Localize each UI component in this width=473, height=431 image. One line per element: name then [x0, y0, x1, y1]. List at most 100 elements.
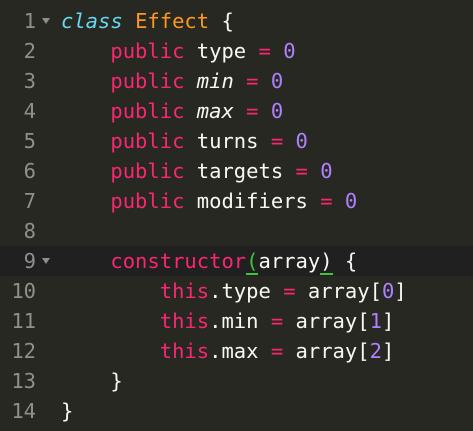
code-token: constructor — [110, 249, 247, 273]
code-token: } — [61, 399, 74, 423]
line-gutter: 2 — [0, 36, 56, 66]
code-token: = — [258, 39, 271, 63]
code-token: ( — [246, 249, 259, 275]
fold-arrow-icon[interactable] — [42, 258, 50, 264]
code-token: public — [110, 99, 185, 123]
code-line[interactable]: 14} — [0, 396, 473, 426]
line-code: public modifiers = 0 — [61, 186, 357, 216]
code-token: = — [295, 159, 308, 183]
line-number: 11 — [11, 309, 36, 333]
code-token: .type — [209, 279, 284, 303]
code-token: type — [184, 39, 259, 63]
code-line[interactable]: 4 public max = 0 — [0, 96, 473, 126]
line-number: 13 — [11, 369, 36, 393]
line-gutter: 11 — [0, 306, 56, 336]
code-line[interactable]: 13 } — [0, 366, 473, 396]
code-token: modifiers — [184, 189, 321, 213]
code-line[interactable]: 10 this.type = array[0] — [0, 276, 473, 306]
code-line[interactable]: 1 class Effect { — [0, 6, 473, 36]
line-gutter: 3 — [0, 66, 56, 96]
code-token: public — [110, 69, 185, 93]
code-token: = — [283, 279, 296, 303]
code-editor[interactable]: 1 class Effect {2 public type = 03 public… — [0, 0, 473, 431]
line-number: 1 — [23, 9, 36, 33]
line-code: public targets = 0 — [61, 156, 333, 186]
line-code: public turns = 0 — [61, 126, 308, 156]
code-token: array[ — [283, 339, 370, 363]
line-number: 3 — [23, 69, 36, 93]
code-line[interactable]: 3 public min = 0 — [0, 66, 473, 96]
code-token: array[ — [283, 309, 370, 333]
line-gutter: 6 — [0, 156, 56, 186]
code-token: = — [246, 69, 259, 93]
line-code: public max = 0 — [61, 96, 283, 126]
line-gutter: 13 — [0, 366, 56, 396]
line-gutter: 5 — [0, 126, 56, 156]
code-line[interactable]: 9 constructor(array) { — [0, 246, 473, 276]
code-token: public — [110, 159, 185, 183]
code-token: targets — [184, 159, 296, 183]
fold-arrow-icon[interactable] — [42, 18, 50, 24]
line-code: public type = 0 — [61, 36, 296, 66]
line-number: 10 — [11, 279, 36, 303]
line-gutter: 9 — [0, 246, 56, 276]
code-token: ) — [320, 249, 333, 275]
line-code: constructor(array) { — [61, 246, 357, 276]
line-number: 5 — [23, 129, 36, 153]
code-line[interactable]: 8 — [0, 216, 473, 246]
code-token: 0 — [320, 159, 333, 183]
line-code: public min = 0 — [61, 66, 283, 96]
code-token: this — [159, 279, 210, 303]
code-token: = — [246, 99, 259, 123]
code-token: turns — [184, 129, 271, 153]
line-number: 8 — [23, 219, 36, 243]
code-token: array[ — [295, 279, 382, 303]
code-token: = — [320, 189, 333, 213]
line-code: } — [61, 366, 123, 396]
code-line[interactable]: 6 public targets = 0 — [0, 156, 473, 186]
line-gutter: 14 — [0, 396, 56, 426]
code-token: } — [61, 369, 123, 393]
code-token: 0 — [270, 99, 284, 123]
line-code: this.type = array[0] — [61, 276, 407, 306]
code-line[interactable]: 5 public turns = 0 — [0, 126, 473, 156]
code-token: = — [270, 129, 284, 153]
line-gutter: 12 — [0, 336, 56, 366]
code-token: 0 — [283, 39, 296, 63]
code-token: Effect — [135, 9, 210, 33]
code-line[interactable]: 7 public modifiers = 0 — [0, 186, 473, 216]
code-token: .min — [209, 309, 271, 333]
code-token: array — [258, 249, 321, 273]
line-code: this.min = array[1] — [61, 306, 395, 336]
code-token: 0 — [295, 129, 308, 153]
line-code: this.max = array[2] — [61, 336, 395, 366]
line-code: class Effect { — [61, 6, 234, 36]
code-line[interactable]: 2 public type = 0 — [0, 36, 473, 66]
code-token: 0 — [270, 69, 284, 93]
line-number: 12 — [11, 339, 36, 363]
code-token: = — [270, 309, 284, 333]
line-gutter: 4 — [0, 96, 56, 126]
line-code: } — [61, 396, 73, 426]
code-token: this — [159, 309, 210, 333]
code-token: { — [332, 249, 358, 273]
line-number: 4 — [23, 99, 36, 123]
code-token: min — [196, 69, 234, 93]
code-line[interactable]: 11 this.min = array[1] — [0, 306, 473, 336]
code-token: 1 — [369, 309, 382, 333]
code-token: 0 — [381, 279, 395, 303]
code-token: ] — [394, 279, 407, 303]
code-token: public — [110, 189, 185, 213]
code-line[interactable]: 12 this.max = array[2] — [0, 336, 473, 366]
line-number: 7 — [23, 189, 36, 213]
